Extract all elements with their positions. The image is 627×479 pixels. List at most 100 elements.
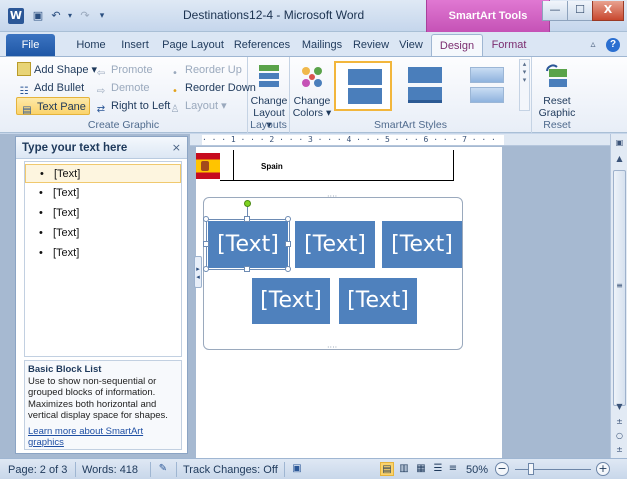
resize-handle[interactable]	[244, 216, 250, 222]
text-pane-header: Type your text here ×	[16, 137, 187, 159]
minimize-button[interactable]: —	[542, 1, 568, 21]
page-count[interactable]: Page: 2 of 3	[8, 462, 67, 478]
zoom-out-button[interactable]: −	[495, 462, 509, 476]
zoom-slider-track[interactable]	[515, 469, 591, 470]
resize-handle[interactable]	[203, 216, 209, 222]
close-button[interactable]: X	[592, 1, 624, 21]
macro-recording-icon[interactable]: ▣	[290, 462, 304, 476]
group-layouts: Change Layout ▾ Layouts	[248, 57, 290, 133]
smartart-block[interactable]: [Text]	[295, 221, 375, 268]
tab-mailings[interactable]: Mailings	[296, 34, 348, 56]
maximize-button[interactable]: ☐	[567, 1, 593, 21]
tab-references[interactable]: References	[229, 34, 295, 56]
bullet-icon: •	[40, 168, 44, 180]
help-icon[interactable]: ?	[606, 38, 620, 52]
resize-handle[interactable]	[285, 216, 291, 222]
customize-qat-icon[interactable]: ▾	[94, 7, 110, 25]
list-item[interactable]: • [Text]	[25, 224, 181, 243]
reorder-up-button[interactable]: • Reorder Up	[168, 61, 242, 79]
style-thumb-simple-fill[interactable]	[334, 61, 392, 111]
reorder-down-button[interactable]: • Reorder Down	[168, 79, 256, 97]
resize-handle[interactable]	[203, 241, 209, 247]
scroll-down-icon[interactable]: ▼	[611, 400, 627, 414]
resize-handle[interactable]	[285, 266, 291, 272]
ruler-ticks: · · · 1 · · · 2 · · · 3 · · · 4 · · · 5 …	[202, 135, 496, 144]
layout-icon: ♙	[170, 104, 180, 115]
table-cell-country: Spain	[261, 162, 283, 171]
zoom-slider-thumb[interactable]	[528, 463, 534, 475]
styles-gallery-scroll[interactable]: ▴ ▾ ▾	[519, 59, 530, 111]
list-item[interactable]: • [Text]	[25, 244, 181, 263]
track-changes-status[interactable]: Track Changes: Off	[183, 462, 278, 478]
add-shape-icon	[17, 62, 31, 76]
ruler-toggle-icon[interactable]: ▣	[611, 136, 627, 150]
tab-review[interactable]: Review	[349, 34, 393, 56]
tab-insert[interactable]: Insert	[114, 34, 156, 56]
word-app-icon[interactable]: W	[8, 8, 24, 24]
horizontal-ruler[interactable]: · · · 1 · · · 2 · · · 3 · · · 4 · · · 5 …	[190, 134, 610, 146]
group-label-smartart-styles: SmartArt Styles	[374, 119, 447, 131]
style-thumb-white-outline[interactable]	[396, 61, 454, 111]
tab-file[interactable]: File	[6, 34, 55, 56]
text-pane-icon: ▤	[22, 105, 32, 116]
promote-button[interactable]: ⇦ Promote	[94, 61, 153, 79]
right-to-left-button[interactable]: ⇄ Right to Left	[94, 97, 171, 115]
tab-view[interactable]: View	[394, 34, 428, 56]
list-item[interactable]: • [Text]	[25, 184, 181, 203]
learn-more-link[interactable]: Learn more about SmartArt graphics	[28, 426, 178, 449]
spain-flag-image[interactable]	[196, 153, 220, 179]
previous-page-icon[interactable]: ±	[611, 415, 627, 429]
proofing-icon[interactable]: ✎	[156, 462, 170, 476]
next-page-icon[interactable]: ±	[611, 443, 627, 457]
frame-top-grip[interactable]: ····	[327, 193, 337, 201]
frame-bottom-grip[interactable]: ····	[327, 344, 337, 352]
draft-view-icon[interactable]: ≡	[446, 462, 460, 476]
reset-graphic-button[interactable]: Reset Graphic	[536, 61, 578, 119]
layout-button[interactable]: ♙ Layout ▾	[168, 97, 227, 115]
resize-handle[interactable]	[203, 266, 209, 272]
rotate-handle[interactable]	[244, 200, 251, 207]
list-item[interactable]: • [Text]	[25, 164, 181, 183]
list-item[interactable]: • [Text]	[25, 204, 181, 223]
close-icon[interactable]: ×	[172, 141, 181, 154]
redo-icon[interactable]: ↷	[77, 7, 93, 25]
text-pane-button[interactable]: ▤ Text Pane	[16, 97, 90, 116]
status-bar: Page: 2 of 3 Words: 418 ✎ Track Changes:…	[0, 458, 627, 479]
minimize-ribbon-icon[interactable]: ▵	[586, 38, 600, 52]
browse-object-icon[interactable]: ○	[611, 429, 627, 443]
style-thumb-subtle-effect[interactable]	[458, 61, 516, 111]
title-bar: W ▣ ↶ ▾ ↷ ▾ Destinations12-4 - Microsoft…	[0, 0, 627, 32]
tab-page-layout[interactable]: Page Layout	[158, 34, 228, 56]
bullet-icon: •	[39, 187, 43, 199]
outline-view-icon[interactable]: ☰	[431, 462, 445, 476]
layout-description-text: Use to show non-sequential or grouped bl…	[28, 375, 168, 422]
smartart-block[interactable]: [Text]	[382, 221, 462, 268]
scroll-up-icon[interactable]: ▲	[611, 152, 627, 166]
save-icon[interactable]: ▣	[30, 7, 46, 25]
full-screen-reading-icon[interactable]: ▥	[397, 462, 411, 476]
ribbon-tabs: File Home Insert Page Layout References …	[0, 32, 627, 56]
print-layout-view-icon[interactable]: ▤	[380, 462, 394, 476]
smartart-text-pane: Type your text here × • [Text] • [Text] •[…	[15, 136, 188, 454]
scroll-grip-icon: ≡	[616, 281, 623, 290]
smartart-block[interactable]: [Text]	[252, 278, 330, 324]
resize-handle[interactable]	[285, 241, 291, 247]
selection-outline	[206, 219, 290, 270]
vertical-scrollbar[interactable]: ▣ ▲ ≡ ▼ ± ○ ±	[610, 134, 627, 458]
undo-dropdown-icon[interactable]: ▾	[62, 7, 78, 25]
smartart-block[interactable]: [Text]	[339, 278, 417, 324]
zoom-level[interactable]: 50%	[466, 462, 488, 478]
add-shape-button[interactable]: Add Shape ▾	[17, 61, 97, 79]
tab-format[interactable]: Format	[486, 34, 532, 56]
tab-design[interactable]: Design	[431, 34, 483, 56]
context-tab-label: SmartArt Tools	[448, 10, 528, 22]
tab-home[interactable]: Home	[70, 34, 112, 56]
change-colors-button[interactable]: Change Colors ▾	[292, 61, 332, 119]
word-count[interactable]: Words: 418	[82, 462, 138, 478]
demote-button[interactable]: ⇨ Demote	[94, 79, 150, 97]
resize-handle[interactable]	[244, 266, 250, 272]
text-pane-toggle-handle[interactable]: ▸ ◂	[194, 256, 202, 288]
web-layout-icon[interactable]: ▦	[414, 462, 428, 476]
add-bullet-button[interactable]: ☷ Add Bullet	[17, 79, 85, 97]
zoom-in-button[interactable]: +	[596, 462, 610, 476]
